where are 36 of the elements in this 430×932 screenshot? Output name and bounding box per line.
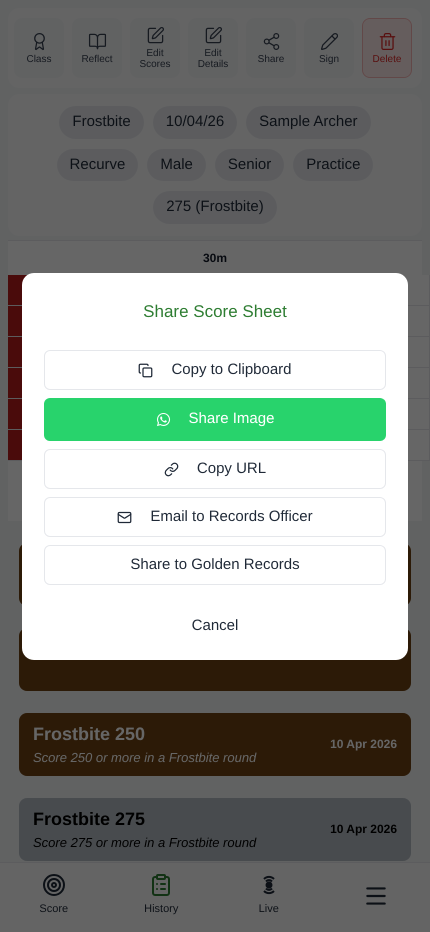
cancel-button[interactable]: Cancel <box>192 615 238 638</box>
award-title: Frostbite 275 <box>33 808 146 831</box>
share-option[interactable]: Share to Golden Records <box>44 545 386 585</box>
detail-chip: Senior <box>214 148 284 181</box>
dialog-title: Share Score Sheet <box>142 300 288 322</box>
award-date: 10 Apr 2026 <box>330 821 397 838</box>
trash-icon <box>378 32 396 50</box>
share-option[interactable]: Copy to Clipboard <box>44 350 386 390</box>
share-option[interactable]: Copy URL <box>44 449 386 489</box>
distance-heading: 30m <box>202 250 228 266</box>
detail-chip: Male <box>147 148 206 181</box>
detail-chip: 275 (Frostbite) <box>153 191 277 224</box>
copy-icon <box>138 362 154 378</box>
detail-chip: Frostbite <box>59 106 144 138</box>
nav-tab[interactable]: Live <box>215 863 322 932</box>
nav-tab[interactable]: Score <box>0 863 108 932</box>
whatsapp-icon <box>156 412 171 427</box>
book-icon <box>88 32 106 50</box>
mail-icon <box>117 510 132 524</box>
link-icon <box>164 462 179 476</box>
award-title: Frostbite 250 <box>33 722 146 746</box>
pencil-icon <box>320 32 338 50</box>
toolbar-button[interactable]: Delete <box>362 18 412 78</box>
award-date: 10 Apr 2026 <box>330 736 397 753</box>
detail-chip: 10/04/26 <box>152 106 238 138</box>
share-icon <box>262 32 280 50</box>
detail-chip: Sample Archer <box>246 106 371 138</box>
nav-tab[interactable]: History <box>108 863 215 932</box>
target-icon <box>42 873 66 898</box>
edit-icon <box>146 26 164 45</box>
edit-icon <box>204 26 222 45</box>
detail-chip: Recurve <box>56 148 138 181</box>
detail-chip: Practice <box>293 148 374 181</box>
award-description: Score 275 or more in a Frostbite round <box>33 834 256 852</box>
award-description: Score 250 or more in a Frostbite round <box>33 748 256 767</box>
share-option[interactable]: Email to Records Officer <box>44 497 386 537</box>
